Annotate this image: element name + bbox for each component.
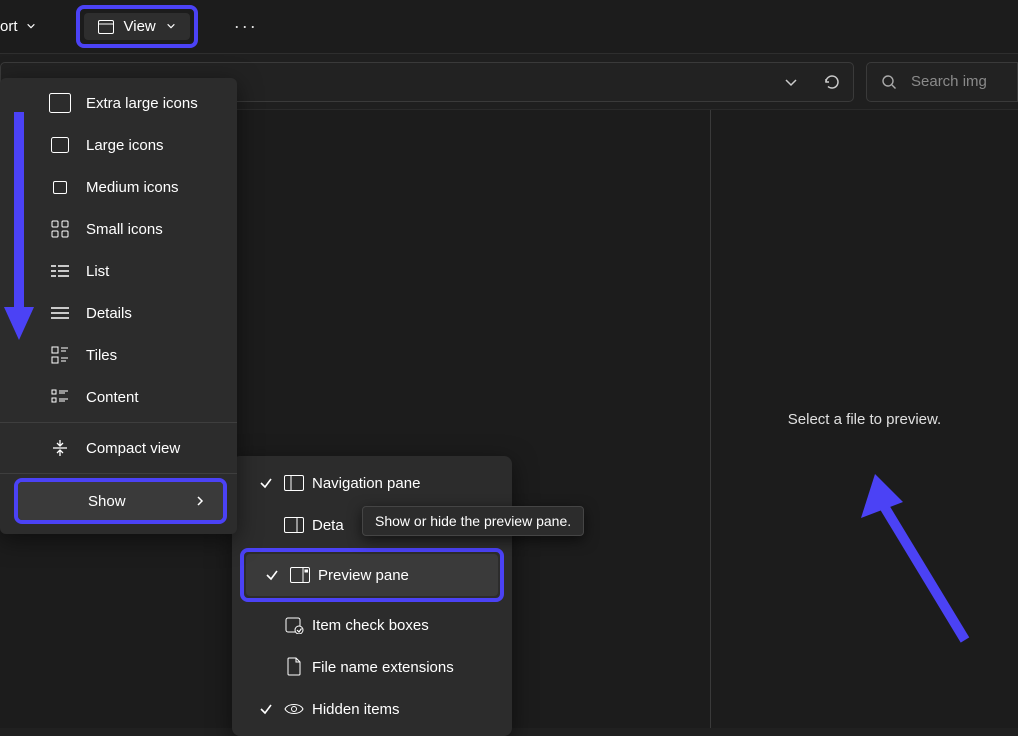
list-icon — [48, 259, 72, 283]
check-icon — [256, 702, 276, 716]
chevron-right-icon — [195, 495, 205, 507]
search-placeholder: Search img — [911, 73, 987, 90]
file-extensions-icon — [276, 657, 312, 677]
search-input[interactable]: Search img — [866, 62, 1018, 102]
search-icon — [881, 74, 897, 90]
submenu-item-item-check-boxes[interactable]: Item check boxes — [236, 604, 508, 646]
item-check-boxes-icon — [276, 616, 312, 634]
submenu-label: Preview pane — [318, 567, 409, 584]
more-button[interactable]: ··· — [234, 10, 258, 44]
sort-button[interactable]: ort — [0, 10, 44, 44]
submenu-label: Navigation pane — [312, 475, 420, 492]
main-toolbar: ort View ··· — [0, 0, 1018, 54]
refresh-icon[interactable] — [823, 73, 841, 91]
menu-item-compact-view[interactable]: Compact view — [0, 427, 237, 469]
ellipsis-icon: ··· — [234, 16, 258, 37]
sort-label: ort — [0, 18, 18, 35]
menu-divider — [0, 473, 237, 474]
content-icon — [48, 385, 72, 409]
chevron-down-icon — [166, 18, 176, 35]
submenu-item-hidden-items[interactable]: Hidden items — [236, 688, 508, 730]
layout-icon — [98, 20, 114, 34]
preview-empty-text: Select a file to preview. — [788, 411, 941, 428]
submenu-label: Hidden items — [312, 701, 400, 718]
menu-label: Large icons — [86, 137, 164, 154]
view-label: View — [124, 18, 156, 35]
submenu-item-navigation-pane[interactable]: Navigation pane — [236, 462, 508, 504]
tooltip-text: Show or hide the preview pane. — [375, 513, 571, 529]
menu-label: Show — [88, 493, 126, 510]
tiles-icon — [48, 343, 72, 367]
large-icons-icon — [48, 133, 72, 157]
compact-view-icon — [48, 436, 72, 460]
details-icon — [48, 301, 72, 325]
submenu-label: Item check boxes — [312, 617, 429, 634]
highlight-show-item: Show — [14, 478, 227, 524]
view-button[interactable]: View — [84, 13, 190, 40]
menu-label: Compact view — [86, 440, 180, 457]
submenu-item-preview-pane[interactable]: Preview pane — [246, 554, 498, 596]
chevron-down-icon[interactable] — [783, 74, 799, 90]
menu-label: Content — [86, 389, 139, 406]
annotation-arrow-upleft — [855, 470, 975, 650]
navigation-pane-icon — [276, 475, 312, 491]
eye-icon — [276, 701, 312, 717]
menu-label: Extra large icons — [86, 95, 198, 112]
check-icon — [262, 568, 282, 582]
medium-icons-icon — [48, 175, 72, 199]
menu-item-show[interactable]: Show — [18, 482, 223, 520]
menu-label: Details — [86, 305, 132, 322]
check-icon — [256, 476, 276, 490]
menu-label: Tiles — [86, 347, 117, 364]
show-submenu: Navigation pane Deta Preview pane Item c… — [232, 456, 512, 736]
submenu-item-file-name-extensions[interactable]: File name extensions — [236, 646, 508, 688]
tooltip-preview-pane: Show or hide the preview pane. — [362, 506, 584, 536]
small-icons-icon — [48, 217, 72, 241]
menu-item-content[interactable]: Content — [0, 376, 237, 418]
preview-pane-icon — [282, 567, 318, 583]
chevron-down-icon — [26, 18, 36, 35]
details-pane-icon — [276, 517, 312, 533]
menu-label: Medium icons — [86, 179, 179, 196]
annotation-arrow-down — [2, 112, 36, 342]
highlight-view-button: View — [76, 5, 198, 48]
submenu-label: Deta — [312, 517, 344, 534]
menu-label: List — [86, 263, 109, 280]
highlight-preview-pane-item: Preview pane — [240, 548, 504, 602]
extra-large-icons-icon — [48, 91, 72, 115]
menu-label: Small icons — [86, 221, 163, 238]
menu-divider — [0, 422, 237, 423]
submenu-label: File name extensions — [312, 659, 454, 676]
